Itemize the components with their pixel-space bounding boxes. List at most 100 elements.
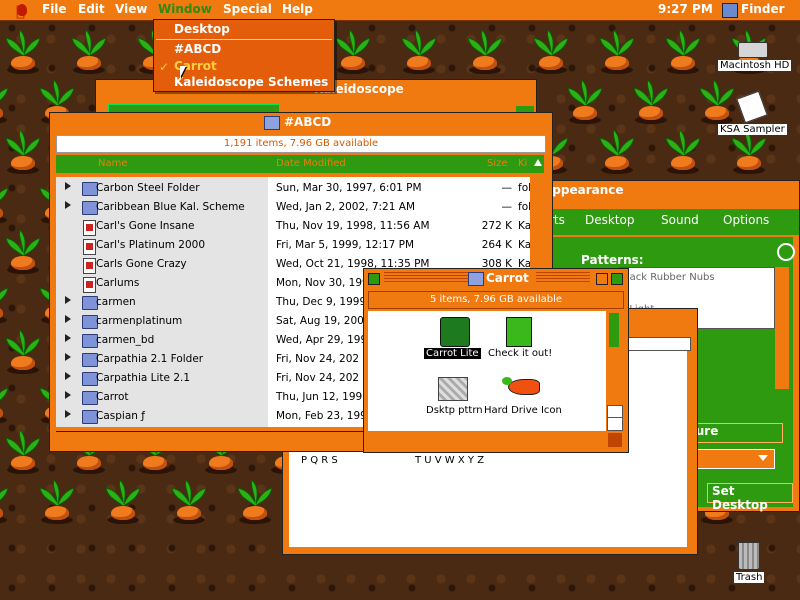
- row-date: Mon, Feb 23, 199: [276, 410, 367, 422]
- disclosure-triangle-icon[interactable]: [65, 410, 71, 418]
- application-menu[interactable]: Finder: [741, 2, 785, 16]
- abcd-status-bar: 1,191 items, 7.96 GB available: [56, 135, 546, 153]
- menu-window[interactable]: Window: [158, 2, 212, 16]
- column-date[interactable]: Date Modified: [276, 158, 346, 169]
- check-it-out-item[interactable]: Check it out!: [486, 317, 560, 365]
- apple-icon[interactable]: [17, 4, 27, 16]
- disclosure-triangle-icon[interactable]: [65, 201, 71, 209]
- macintosh-hd-icon-item[interactable]: Macintosh HD: [716, 40, 792, 74]
- desktop-icon-label: Trash: [734, 572, 765, 583]
- carrot-icon: [508, 379, 540, 395]
- menu-item-abcd[interactable]: #ABCD: [174, 42, 221, 56]
- row-name: Carls Gone Crazy: [96, 258, 187, 270]
- row-size: 264 K: [481, 239, 512, 251]
- appearance-tabs: rts Desktop Sound Options: [521, 209, 799, 235]
- column-name[interactable]: Name: [98, 158, 128, 169]
- desktop-icon-label: KSA Sampler: [718, 124, 787, 135]
- menu-special[interactable]: Special: [223, 2, 272, 16]
- collapse-box[interactable]: [611, 273, 623, 285]
- carrot-decoration: [596, 29, 638, 76]
- disclosure-triangle-icon[interactable]: [65, 391, 71, 399]
- row-date: Fri, Nov 24, 202: [276, 353, 360, 365]
- item-label: Dsktp pttrn: [424, 405, 485, 416]
- carrot-decoration: [0, 280, 12, 326]
- folder-icon: [468, 272, 484, 286]
- carrot-hscrollbar[interactable]: [368, 433, 606, 447]
- carrot-decoration: [0, 480, 12, 526]
- scroll-thumb[interactable]: [609, 313, 619, 347]
- app-icon: [440, 317, 470, 347]
- disclosure-triangle-icon[interactable]: [65, 182, 71, 190]
- resize-grip[interactable]: [608, 433, 622, 447]
- abcd-titlebar[interactable]: #ABCD: [50, 113, 552, 131]
- disclosure-triangle-icon[interactable]: [65, 334, 71, 342]
- abcd-status: 1,191 items, 7.96 GB available: [223, 138, 379, 149]
- sort-direction-icon[interactable]: [534, 159, 542, 166]
- column-kind[interactable]: Ki: [518, 158, 527, 169]
- dsktp-pttrn-item[interactable]: Dsktp pttrn: [424, 375, 488, 423]
- row-date: Thu, Dec 9, 1999: [276, 296, 367, 308]
- carrot-title: Carrot: [486, 271, 529, 285]
- set-desktop-button[interactable]: Set Desktop: [707, 483, 793, 512]
- menu-item-desktop[interactable]: Desktop: [174, 22, 230, 36]
- table-row[interactable]: Caribbean Blue Kal. Scheme Wed, Jan 2, 20…: [56, 198, 531, 217]
- appearance-title: Appearance: [543, 183, 624, 197]
- trash-icon-item[interactable]: Trash: [732, 540, 772, 588]
- row-name: Carl's Gone Insane: [96, 220, 195, 232]
- column-size[interactable]: Size: [487, 158, 508, 169]
- scroll-down-arrow[interactable]: [607, 417, 623, 431]
- menu-item-kaleidoscope[interactable]: Kaleidoscope Schemes: [174, 75, 328, 89]
- disclosure-triangle-icon[interactable]: [65, 372, 71, 380]
- carrot-content: Carrot Lite Check it out! Dsktp pttrn Ha…: [368, 311, 606, 431]
- row-date: Wed, Jan 2, 2002, 7:21 AM: [276, 201, 416, 213]
- ksa-sampler-icon-item[interactable]: KSA Sampler: [716, 90, 788, 138]
- menu-help[interactable]: Help: [282, 2, 313, 16]
- patterns-label: Patterns:: [581, 253, 644, 267]
- menu-bar:  File Edit View Window Special Help 9:2…: [0, 0, 800, 21]
- pattern-item[interactable]: Black Rubber Nubs: [620, 272, 715, 283]
- tab-sound[interactable]: Sound: [661, 213, 699, 227]
- disclosure-triangle-icon[interactable]: [65, 353, 71, 361]
- carrot-decoration: [662, 129, 704, 176]
- row-date: Mon, Nov 30, 1998: [276, 277, 376, 289]
- document-icon: [736, 90, 768, 124]
- menu-separator: [156, 39, 332, 40]
- document-icon: [83, 277, 96, 293]
- row-name: Carlums: [96, 277, 140, 289]
- carrot-titlebar[interactable]: Carrot: [364, 269, 628, 287]
- table-row[interactable]: Carl's Platinum 2000 Fri, Mar 5, 1999, 12…: [56, 236, 531, 255]
- document-icon: [83, 258, 96, 274]
- carrot-lite-item[interactable]: Carrot Lite: [424, 317, 488, 365]
- menu-file[interactable]: File: [42, 2, 67, 16]
- carrot-vscrollbar[interactable]: [607, 311, 623, 431]
- carrot-decoration: [662, 29, 704, 76]
- table-row[interactable]: Carbon Steel Folder Sun, Mar 30, 1997, 6:…: [56, 179, 531, 198]
- disclosure-triangle-icon[interactable]: [65, 296, 71, 304]
- close-box[interactable]: [368, 273, 380, 285]
- row-date: Sat, Aug 19, 2000: [276, 315, 371, 327]
- carrot-decoration: [2, 129, 44, 176]
- menu-view[interactable]: View: [115, 2, 147, 16]
- menu-edit[interactable]: Edit: [78, 2, 105, 16]
- position-popup[interactable]: [687, 449, 775, 469]
- hard-drive-icon-item[interactable]: Hard Drive Icon: [482, 375, 566, 423]
- carrot-status-bar: 5 items, 7.96 GB available: [368, 291, 624, 309]
- carrot-decoration: [0, 80, 12, 126]
- tab-desktop[interactable]: Desktop: [585, 213, 635, 227]
- carrot-window[interactable]: Carrot 5 items, 7.96 GB available Carrot…: [363, 268, 629, 453]
- row-name: Caribbean Blue Kal. Scheme: [96, 201, 245, 213]
- table-row[interactable]: Carl's Gone Insane Thu, Nov 19, 1998, 11:…: [56, 217, 531, 236]
- help-button[interactable]: [777, 243, 795, 261]
- desktop-icon-label: Macintosh HD: [718, 60, 792, 71]
- item-label: Hard Drive Icon: [482, 405, 564, 416]
- menu-clock[interactable]: 9:27 PM: [658, 2, 713, 16]
- appearance-titlebar[interactable]: Appearance: [521, 181, 799, 199]
- disclosure-triangle-icon[interactable]: [65, 315, 71, 323]
- zoom-box[interactable]: [596, 273, 608, 285]
- tab-options[interactable]: Options: [723, 213, 769, 227]
- patterns-scrollbar[interactable]: [775, 267, 789, 389]
- titlebar-stripes: [536, 272, 590, 284]
- carrot-decoration: [0, 380, 12, 426]
- finder-app-icon[interactable]: [722, 3, 738, 18]
- carrot-status: 5 items, 7.96 GB available: [429, 294, 563, 305]
